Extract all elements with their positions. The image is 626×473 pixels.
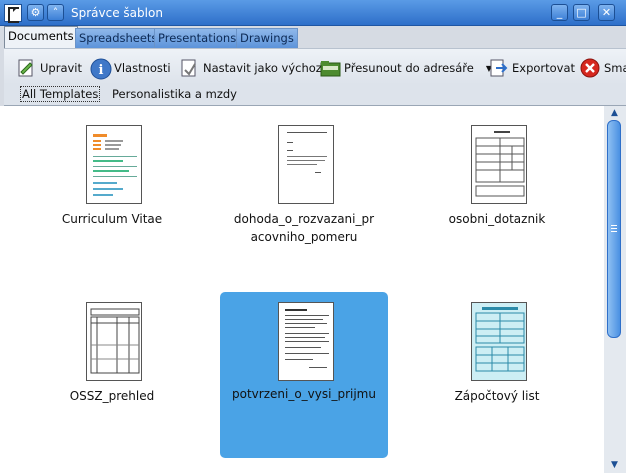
svg-text:i: i: [99, 63, 104, 78]
scroll-up-icon[interactable]: ▲: [607, 107, 622, 119]
window-title: Správce šablon: [71, 6, 163, 20]
edit-document-icon: [16, 58, 36, 78]
set-default-button[interactable]: Nastavit jako výchozí: [179, 56, 325, 80]
tab-presentations[interactable]: Presentations: [154, 28, 241, 48]
export-button[interactable]: Exportovat: [488, 56, 575, 80]
maximize-icon[interactable]: □: [573, 4, 590, 21]
template-thumbnail: [86, 125, 142, 204]
template-thumbnail: [471, 302, 527, 381]
template-item[interactable]: osobni_dotaznik: [413, 106, 581, 272]
scroll-down-icon[interactable]: ▼: [607, 459, 622, 471]
move-to-folder-button[interactable]: Přesunout do adresáře ▼: [320, 56, 492, 80]
vertical-scrollbar[interactable]: ▲ ▼: [604, 106, 626, 473]
filter-all-templates[interactable]: All Templates: [20, 86, 101, 102]
filter-bar: All Templates Personalistika a mzdy: [4, 84, 626, 106]
template-label: potvrzeni_o_vysi_prijmu: [232, 387, 376, 401]
template-thumbnail: [278, 302, 334, 381]
properties-button[interactable]: i Vlastnosti: [90, 56, 171, 80]
tab-spreadsheets[interactable]: Spreadsheets: [75, 28, 162, 48]
edit-button[interactable]: Upravit: [16, 56, 82, 80]
scrollbar-thumb[interactable]: [607, 120, 621, 338]
close-icon[interactable]: ✕: [598, 4, 615, 21]
set-default-icon: [179, 58, 199, 78]
tab-bar: Documents Spreadsheets Presentations Dra…: [0, 26, 626, 48]
template-thumbnail: [86, 302, 142, 381]
template-thumbnail: [471, 125, 527, 204]
filter-personalistika[interactable]: Personalistika a mzdy: [112, 87, 237, 101]
template-label: osobni_dotaznik: [448, 212, 546, 226]
template-item-selected[interactable]: potvrzeni_o_vysi_prijmu: [220, 292, 388, 458]
template-item[interactable]: dohoda_o_rozvazani_pr acovniho_pomeru: [220, 106, 388, 272]
tab-documents[interactable]: Documents: [4, 26, 78, 48]
toolbar: Upravit i Vlastnosti Nastavit jako výcho…: [4, 48, 626, 84]
export-icon: [488, 58, 508, 78]
template-label: OSSZ_prehled: [69, 389, 155, 403]
template-item[interactable]: Curriculum Vitae: [28, 106, 196, 272]
template-label: dohoda_o_rozvazani_pr acovniho_pomeru: [233, 212, 375, 244]
chevron-up-icon[interactable]: ˄: [47, 4, 64, 21]
document-app-icon[interactable]: [4, 4, 22, 23]
delete-button[interactable]: Sma: [580, 56, 626, 80]
template-thumbnail: [278, 125, 334, 204]
info-icon: i: [90, 58, 112, 80]
template-label: Curriculum Vitae: [61, 212, 163, 226]
template-item[interactable]: OSSZ_prehled: [28, 283, 196, 449]
title-bar: ⚙ ˄ Správce šablon _ □ ✕: [0, 0, 626, 26]
tab-drawings[interactable]: Drawings: [236, 28, 298, 48]
delete-icon: [580, 58, 600, 78]
move-to-folder-icon: [320, 58, 341, 78]
minimize-icon[interactable]: _: [551, 4, 568, 21]
template-grid: Curriculum Vitae dohoda_o_rozvazani_pr a…: [0, 106, 604, 473]
gear-icon[interactable]: ⚙: [27, 4, 44, 21]
template-item[interactable]: Zápočtový list: [413, 283, 581, 449]
template-label: Zápočtový list: [454, 389, 540, 403]
